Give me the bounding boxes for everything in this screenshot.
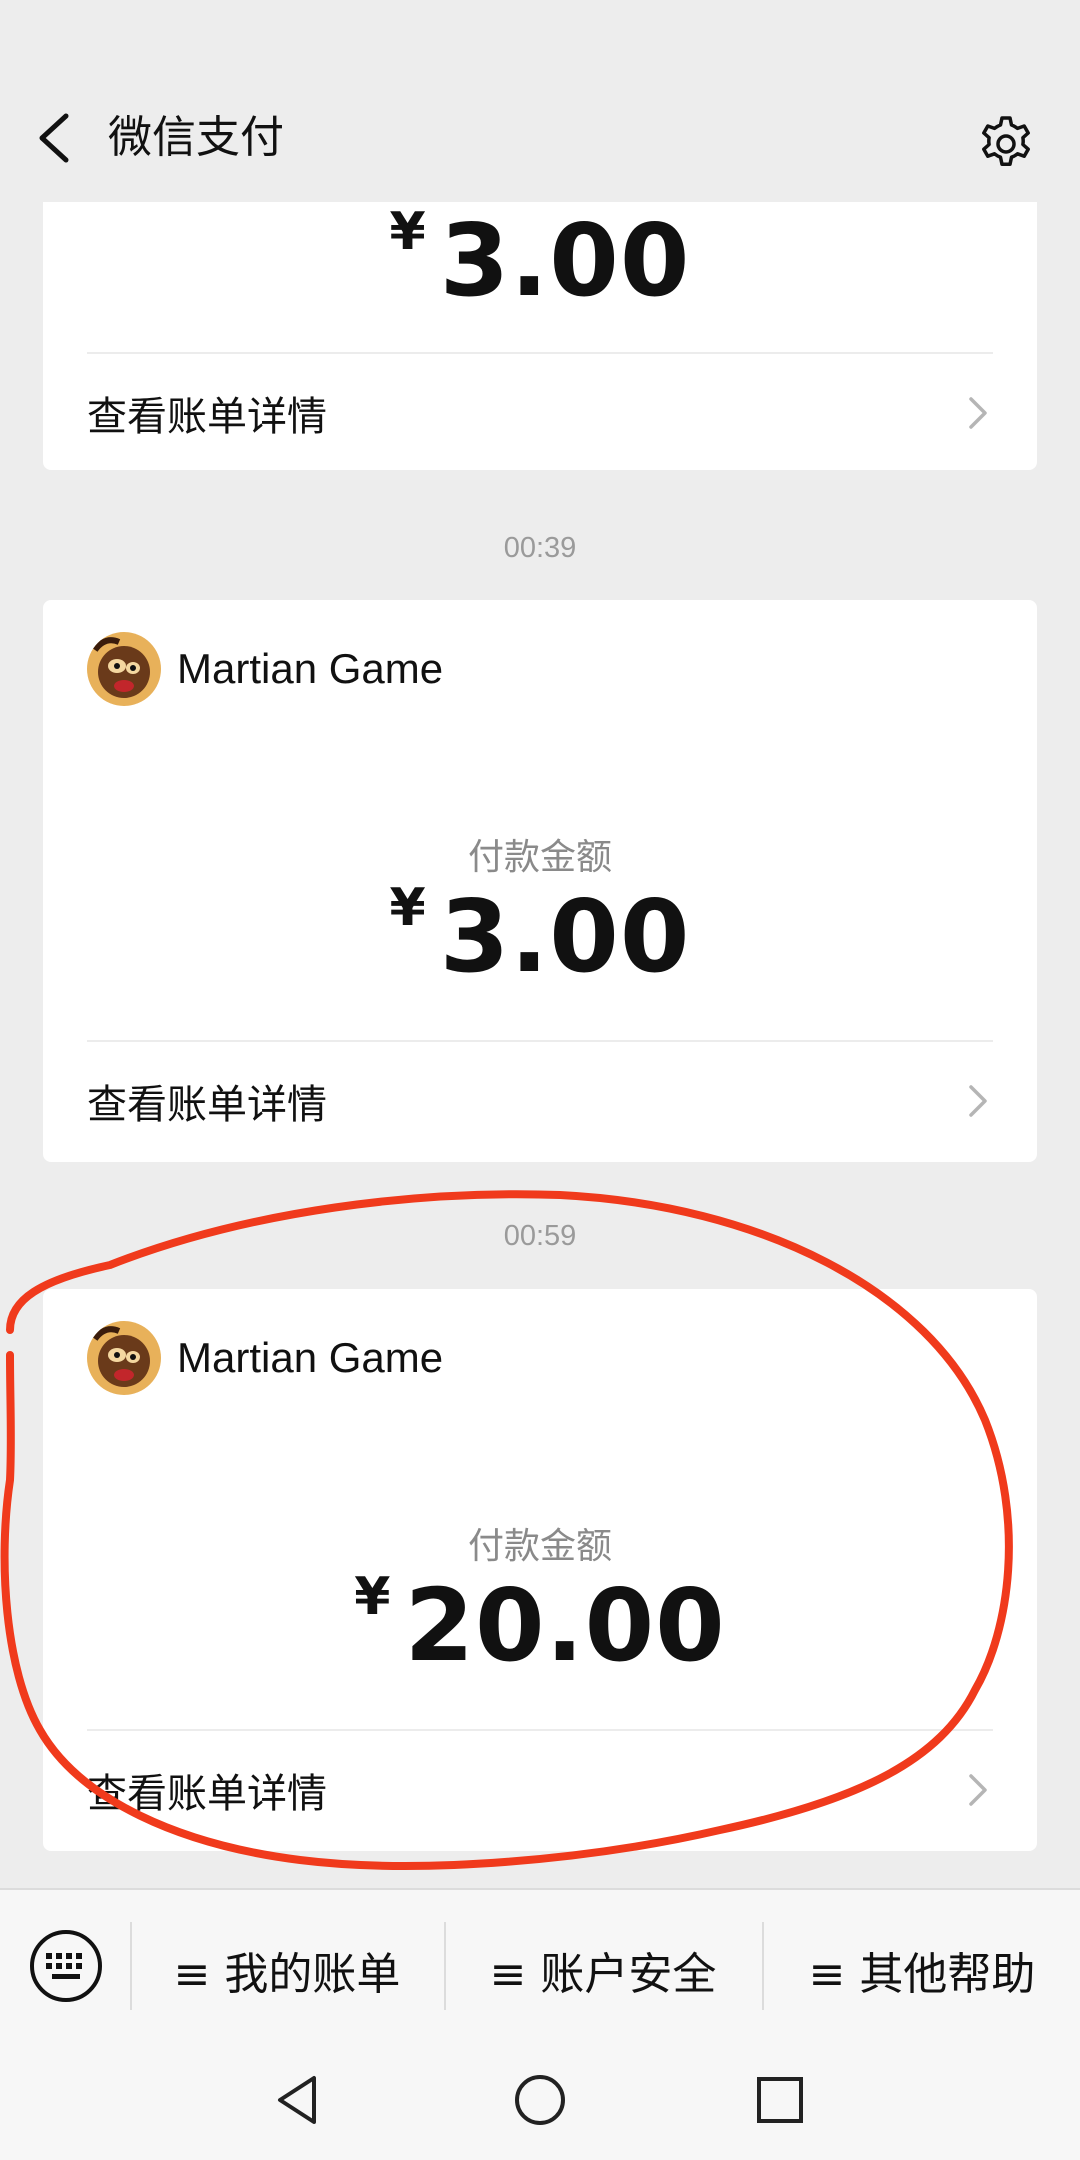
merchant-avatar xyxy=(87,1321,161,1395)
square-recent-icon[interactable] xyxy=(750,2070,810,2130)
merchant-name: Martian Game xyxy=(177,1334,444,1381)
bill-list[interactable]: ¥3.00 查看账单详情 00:39 Martian Game 付款金额 ¥ 3… xyxy=(0,202,1080,1888)
merchant-name: Martian Game xyxy=(177,645,444,692)
chevron-right-icon xyxy=(969,1085,987,1117)
chevron-right-icon xyxy=(969,1774,987,1806)
bottom-menu-bar: ≡ 我的账单 ≡ 账户安全 ≡ 其他帮助 xyxy=(0,1888,1080,2042)
menu-account-security[interactable]: ≡ 账户安全 xyxy=(446,1930,760,2010)
triangle-back-icon[interactable] xyxy=(270,2070,330,2130)
payment-amount-label: 付款金额 xyxy=(467,837,612,878)
payment-amount: ¥3.00 xyxy=(389,202,691,319)
timestamp: 00:39 xyxy=(503,532,577,564)
menu-other-help[interactable]: ≡ 其他帮助 xyxy=(764,1930,1080,2010)
bill-card: Martian Game 付款金额 ¥20.00 查看账单详情 xyxy=(43,1289,1037,1851)
merchant-info[interactable]: Martian Game xyxy=(87,1321,443,1395)
payment-amount: ¥3.00 xyxy=(389,878,691,995)
merchant-avatar xyxy=(87,632,161,706)
view-bill-details-label: 查看账单详情 xyxy=(87,1771,327,1817)
view-bill-details-row[interactable]: 查看账单详情 xyxy=(87,354,993,472)
bill-card: ¥3.00 查看账单详情 xyxy=(43,202,1037,470)
chevron-right-icon xyxy=(969,397,987,429)
keyboard-icon[interactable] xyxy=(26,1926,106,2006)
timestamp: 00:59 xyxy=(503,1220,577,1252)
page-title: 微信支付 xyxy=(108,112,284,163)
merchant-info[interactable]: Martian Game xyxy=(87,632,443,706)
payment-amount: ¥20.00 xyxy=(354,1567,726,1684)
view-bill-details-label: 查看账单详情 xyxy=(87,1082,327,1128)
top-bar: 微信支付 xyxy=(0,0,1080,202)
view-bill-details-row[interactable]: 查看账单详情 xyxy=(87,1731,993,1849)
gear-icon[interactable] xyxy=(976,110,1036,170)
system-navigation-bar xyxy=(0,2040,1080,2160)
back-arrow-icon[interactable] xyxy=(30,108,80,168)
bill-card: Martian Game 付款金额 ¥3.00 查看账单详情 xyxy=(43,600,1037,1162)
menu-my-bills[interactable]: ≡ 我的账单 xyxy=(132,1930,442,2010)
payment-amount-label: 付款金额 xyxy=(467,1526,612,1567)
circle-home-icon[interactable] xyxy=(510,2070,570,2130)
view-bill-details-row[interactable]: 查看账单详情 xyxy=(87,1042,993,1160)
view-bill-details-label: 查看账单详情 xyxy=(87,394,327,440)
